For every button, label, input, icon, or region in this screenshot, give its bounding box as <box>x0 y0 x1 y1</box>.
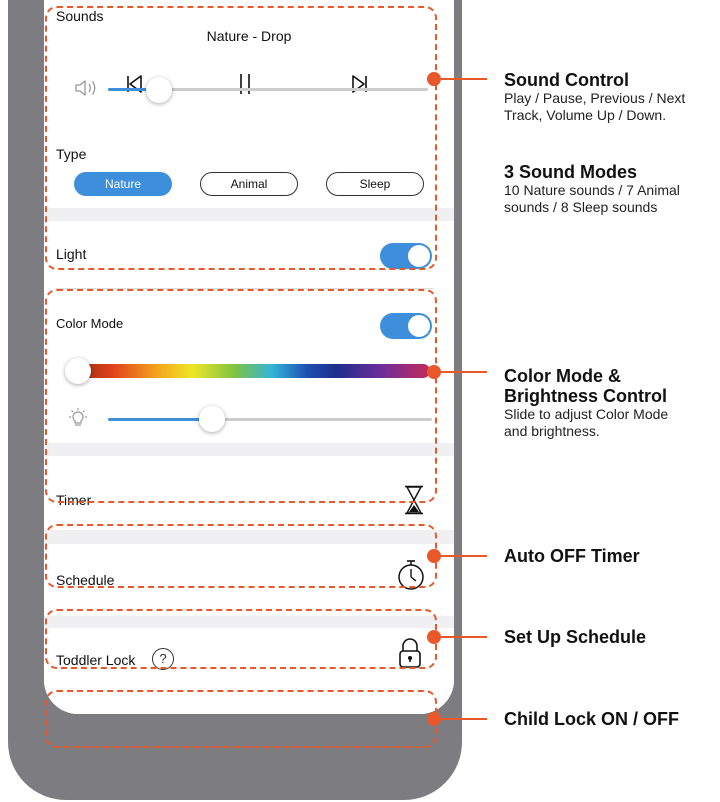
note-title: Color Mode & Brightness Control <box>504 366 668 406</box>
note-title: Sound Control <box>504 70 629 90</box>
note-title: Child Lock ON / OFF <box>504 709 679 729</box>
sounds-highlight <box>45 6 437 270</box>
callout-dot <box>427 72 441 86</box>
callout-dot <box>427 712 441 726</box>
note-text: Play / Pause, Previous / Next Track, Vol… <box>504 90 686 123</box>
light-highlight <box>45 289 437 503</box>
note-text: 10 Nature sounds / 7 Animal sounds / 8 S… <box>504 182 680 215</box>
callout-dot <box>427 549 441 563</box>
note-timer: Auto OFF Timer <box>504 546 718 566</box>
lock-highlight <box>45 690 437 748</box>
timer-highlight <box>45 524 437 588</box>
callout-line <box>441 718 487 720</box>
note-child-lock: Child Lock ON / OFF <box>504 709 718 729</box>
callout-dot <box>427 365 441 379</box>
note-sound-modes: 3 Sound Modes 10 Nature sounds / 7 Anima… <box>504 162 718 216</box>
note-sound-control: Sound Control Play / Pause, Previous / N… <box>504 70 718 124</box>
callout-line <box>441 555 487 557</box>
callout-dot <box>427 630 441 644</box>
schedule-highlight <box>45 609 437 669</box>
note-text: Slide to adjust Color Mode and brightnes… <box>504 406 669 439</box>
note-title: Auto OFF Timer <box>504 546 640 566</box>
callout-line <box>441 371 487 373</box>
callout-line <box>441 78 487 80</box>
note-title: 3 Sound Modes <box>504 162 638 182</box>
note-schedule: Set Up Schedule <box>504 627 718 647</box>
note-title: Set Up Schedule <box>504 627 647 647</box>
note-color-mode: Color Mode & Brightness Control Slide to… <box>504 366 674 440</box>
callout-line <box>441 636 487 638</box>
